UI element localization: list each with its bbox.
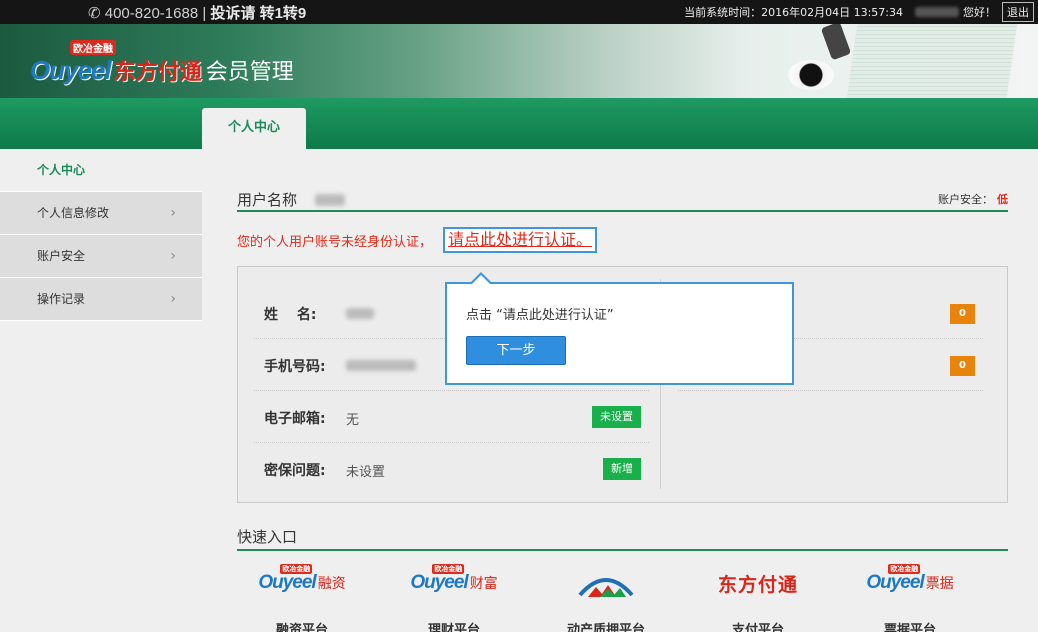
add-security-question-button[interactable]: 新增 <box>603 458 641 480</box>
quick-entry-payment[interactable]: 东方付通 支付平台 <box>693 567 823 632</box>
popup-pointer <box>469 272 493 285</box>
main-area: 个人中心 个人信息修改 › 账户安全 › 操作记录 › 用户名称 账户安全：低 … <box>0 149 1038 632</box>
main-nav: 个人中心 <box>0 98 1038 149</box>
info-value: 未设置 <box>346 465 386 480</box>
ouyeel-mini-logo: 欧冶金融 Ouyeel <box>866 564 925 593</box>
username-label: 用户名称 <box>237 191 298 209</box>
security-label: 账户安全： <box>938 193 993 206</box>
quick-entry-wealth[interactable]: 欧冶金融 Ouyeel 财富 理财平台 <box>389 564 519 632</box>
logo-ouyeel: Ouyeel <box>30 55 112 85</box>
complaint-text: 投诉请 转1转9 <box>210 5 307 22</box>
ouyeel-mini-logo: 欧冶金融 Ouyeel <box>410 564 469 593</box>
next-step-button[interactable]: 下一步 <box>466 336 566 365</box>
system-time-label: 当前系统时间： <box>684 6 762 19</box>
username-section-header: 用户名称 账户安全： 低 <box>237 185 1008 212</box>
quick-entry-header: 快速入口 <box>237 525 1008 551</box>
info-label: 姓 名: <box>264 307 317 323</box>
blurred-username <box>915 7 959 17</box>
system-title: 会员管理 <box>205 60 294 85</box>
site-logo[interactable]: 欧冶金融 Ouyeel 东方付通 会员管理 <box>30 40 294 86</box>
logo-suffix: 融资 <box>317 576 346 592</box>
sidebar-item-operation-log[interactable]: 操作记录 › <box>0 278 202 321</box>
info-value: 无 <box>346 413 360 428</box>
hotline-number: 400-820-1688 <box>104 5 199 22</box>
quick-entry-title: 快速入口 <box>237 528 298 546</box>
quick-entry-name: 动产质押平台 <box>566 623 645 632</box>
payment-logo: 东方付通 <box>693 567 823 599</box>
info-label: 手机号码: <box>264 359 326 375</box>
quick-entry-financing[interactable]: 欧冶金融 Ouyeel 融资 融资平台 <box>237 564 367 632</box>
ouyeel-mini-logo: 欧冶金融 Ouyeel <box>258 564 317 593</box>
sidebar-item-account-security[interactable]: 账户安全 › <box>0 235 202 278</box>
chevron-right-icon: › <box>170 291 176 307</box>
verify-identity-link[interactable]: 请点此处进行认证。 <box>443 227 598 253</box>
quick-entry-name: 理财平台 <box>427 623 480 632</box>
top-bar: ✆ 400-820-1688 | 投诉请 转1转9 当前系统时间： 2016年0… <box>0 0 1038 24</box>
info-label: 电子邮箱: <box>264 411 326 427</box>
sidebar-item-label: 账户安全 <box>37 249 86 263</box>
banner-spreadsheet-image <box>846 24 1018 98</box>
quick-entry-pledge[interactable]: 动产质押平台 <box>541 567 671 632</box>
quick-entry-name: 融资平台 <box>275 623 328 632</box>
guide-popup: 点击 “请点此处进行认证” 下一步 <box>445 272 794 385</box>
security-level-value: 低 <box>997 193 1008 206</box>
chevron-right-icon: › <box>170 248 176 264</box>
bill-logo: 欧冶金融 Ouyeel 票据 <box>845 564 975 599</box>
blurred-phone-value <box>346 360 416 371</box>
logout-button[interactable]: 退出 <box>1002 2 1034 22</box>
logo-suffix: 财富 <box>469 576 498 592</box>
quick-entry-bill[interactable]: 欧冶金融 Ouyeel 票据 票据平台 <box>845 564 975 632</box>
account-security-level: 账户安全： 低 <box>938 191 1008 207</box>
greeting: 您好！ <box>963 6 996 19</box>
sidebar-item-label: 个人信息修改 <box>37 206 110 220</box>
info-row-email: 电子邮箱: 无 未设置 <box>254 391 649 443</box>
blurred-name-value <box>346 308 374 319</box>
chevron-right-icon: › <box>170 205 176 221</box>
phone-icon: ✆ <box>88 5 101 22</box>
mountain-logo-icon <box>541 567 671 599</box>
set-email-button[interactable]: 未设置 <box>592 406 641 428</box>
info-label: 密保问题: <box>264 463 326 479</box>
hotline: ✆ 400-820-1688 | 投诉请 转1转9 <box>88 2 306 23</box>
financing-logo: 欧冶金融 Ouyeel 融资 <box>237 564 367 599</box>
dfft-logo-text: 东方付通 <box>717 573 798 596</box>
wealth-logo: 欧冶金融 Ouyeel 财富 <box>389 564 519 599</box>
quick-entry-name: 支付平台 <box>731 623 784 632</box>
quick-entry-name: 票据平台 <box>883 623 936 632</box>
count-badge[interactable]: 0 <box>950 356 975 376</box>
count-badge[interactable]: 0 <box>950 304 975 324</box>
sidebar-item-label: 操作记录 <box>37 292 86 306</box>
sidebar-item-personal-center[interactable]: 个人中心 <box>0 149 202 192</box>
guide-message: 点击 “请点此处进行认证” <box>466 308 614 323</box>
logo-brand-name: 东方付通 <box>113 60 202 85</box>
header-banner: 欧冶金融 Ouyeel 东方付通 会员管理 <box>0 24 1038 98</box>
banner-coffee-image <box>788 60 834 90</box>
info-row-security-question: 密保问题: 未设置 新增 <box>254 443 649 495</box>
blurred-username-value <box>315 194 345 206</box>
tab-personal-center[interactable]: 个人中心 <box>202 108 306 149</box>
sidebar: 个人中心 个人信息修改 › 账户安全 › 操作记录 › <box>0 149 202 321</box>
top-right-info: 当前系统时间： 2016年02月04日 13:57:34 您好！ 退出 <box>684 0 1034 24</box>
system-time-value: 2016年02月04日 13:57:34 <box>761 6 903 19</box>
verification-warning: 您的个人用户账号未经身份认证， <box>237 235 433 250</box>
sidebar-item-edit-info[interactable]: 个人信息修改 › <box>0 192 202 235</box>
logo-suffix: 票据 <box>925 576 954 592</box>
sidebar-item-label: 个人中心 <box>37 163 86 177</box>
banner-phone-image <box>820 24 852 61</box>
logo-badge: 欧冶金融 <box>70 40 116 55</box>
